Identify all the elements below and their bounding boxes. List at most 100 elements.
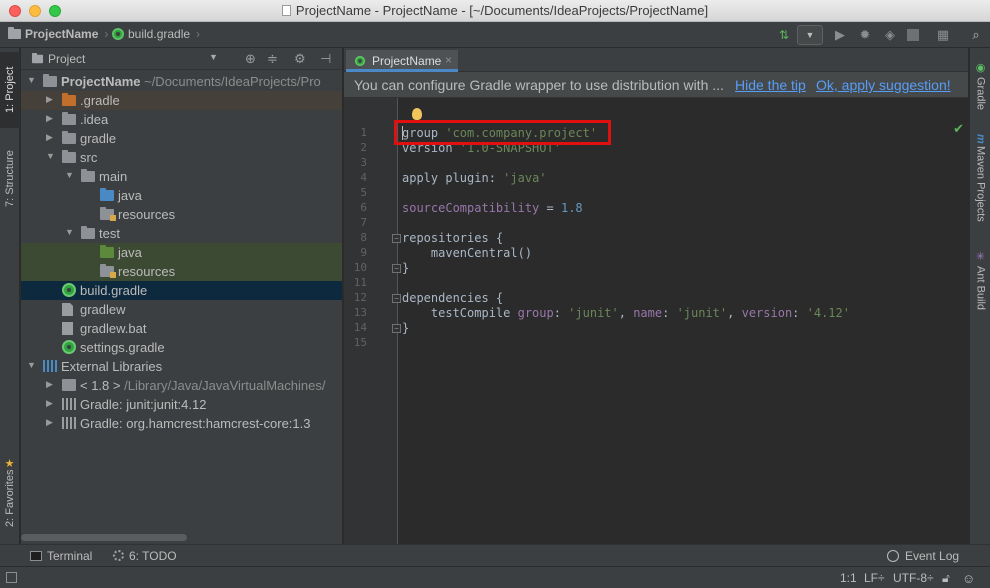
- search-icon[interactable]: ⌕: [968, 27, 984, 43]
- locate-icon[interactable]: ⊕: [245, 51, 256, 67]
- tree-node[interactable]: ▼ test: [21, 224, 342, 243]
- tool-windows-toggle-icon[interactable]: [6, 572, 17, 583]
- fold-marker-icon[interactable]: −: [392, 324, 401, 333]
- chevron-down-icon[interactable]: ▼: [209, 52, 218, 62]
- tree-node-label: gradlew.bat: [80, 321, 147, 336]
- tab-gradle[interactable]: ◉ Gradle: [970, 56, 990, 116]
- inspector-icon[interactable]: ☺: [962, 571, 975, 586]
- breadcrumb-separator-icon: ›: [196, 27, 201, 41]
- code-token: testCompile: [402, 306, 518, 320]
- tab-maven[interactable]: m Maven Projects: [970, 128, 990, 228]
- line-number: 9: [360, 246, 367, 259]
- tree-node[interactable]: ▼ ProjectName ~/Documents/IdeaProjects/Pr…: [21, 72, 342, 91]
- terminal-tool-button[interactable]: Terminal: [30, 549, 92, 563]
- chevron-down-icon[interactable]: ▼: [27, 360, 37, 370]
- collapse-all-icon[interactable]: ≑: [267, 51, 278, 67]
- chevron-down-icon[interactable]: ▼: [27, 75, 37, 85]
- line-number: 4: [360, 171, 367, 184]
- chevron-right-icon[interactable]: ▶: [46, 94, 56, 105]
- tab-project[interactable]: 1: Project: [0, 52, 20, 128]
- horizontal-scrollbar[interactable]: [21, 534, 187, 541]
- tree-node[interactable]: ▶ .idea: [21, 110, 342, 129]
- line-number: 8: [360, 231, 367, 244]
- code-line: apply plugin: 'java': [402, 171, 547, 186]
- fold-marker-icon[interactable]: −: [392, 294, 401, 303]
- line-separator[interactable]: LF÷: [864, 571, 885, 585]
- todo-tool-button[interactable]: 6: TODO: [113, 549, 177, 563]
- jdk-icon: [62, 379, 76, 391]
- file-encoding[interactable]: UTF-8÷: [893, 571, 934, 585]
- tree-node[interactable]: gradlew: [21, 300, 342, 319]
- coverage-icon[interactable]: ◈: [882, 27, 898, 43]
- chevron-right-icon[interactable]: ▶: [46, 132, 56, 143]
- run-config-dropdown[interactable]: ▼: [797, 25, 823, 45]
- lock-icon[interactable]: 🔓︎: [942, 571, 950, 586]
- line-number: 14: [353, 321, 367, 334]
- breadcrumb-file[interactable]: build.gradle ›: [112, 27, 200, 41]
- tree-node-name: < 1.8 >: [80, 378, 121, 393]
- stop-square-icon[interactable]: [907, 29, 919, 41]
- code-token: sourceCompatibility: [402, 201, 540, 215]
- chevron-down-icon[interactable]: ▼: [46, 151, 56, 161]
- gear-icon[interactable]: ⚙: [294, 51, 306, 67]
- update-icon[interactable]: ⇅: [776, 27, 792, 43]
- event-log-button[interactable]: Event Log: [887, 549, 959, 563]
- tree-node[interactable]: ▶ Gradle: org.hamcrest:hamcrest-core:1.3: [21, 414, 342, 433]
- hide-tip-link[interactable]: Hide the tip: [735, 77, 806, 93]
- chevron-down-icon[interactable]: ▼: [65, 227, 75, 237]
- chevron-right-icon[interactable]: ▶: [46, 113, 56, 124]
- lightbulb-icon[interactable]: [412, 108, 422, 120]
- line-number: 3: [360, 156, 367, 169]
- tree-node[interactable]: settings.gradle: [21, 338, 342, 357]
- project-structure-icon[interactable]: ▦: [935, 27, 951, 43]
- chevron-down-icon[interactable]: ▼: [65, 170, 75, 180]
- code-area[interactable]: group 'com.company.project' version '1.0-…: [402, 98, 962, 544]
- tree-node[interactable]: java: [21, 243, 342, 262]
- breadcrumb-project[interactable]: ProjectName ›: [8, 27, 108, 41]
- tree-node-label: .idea: [80, 112, 108, 127]
- line-number: 11: [353, 276, 367, 289]
- tree-node[interactable]: gradlew.bat: [21, 319, 342, 338]
- tab-project-label: 1: Project: [4, 66, 16, 114]
- gradle-icon: ◉: [974, 61, 986, 75]
- tree-node-label: test: [99, 226, 120, 241]
- debug-icon[interactable]: ✹: [857, 27, 873, 43]
- chevron-right-icon[interactable]: ▶: [46, 398, 56, 409]
- status-bar: 1:1 LF÷ UTF-8÷ 🔓︎ ☺: [0, 566, 990, 588]
- tree-node[interactable]: resources: [21, 262, 342, 281]
- folder-icon: [31, 53, 44, 64]
- highlight-box: [394, 120, 611, 145]
- line-number: 13: [353, 306, 367, 319]
- project-view-selector[interactable]: Project: [31, 52, 85, 66]
- caret-position[interactable]: 1:1: [840, 571, 857, 585]
- run-icon[interactable]: ▶: [832, 27, 848, 43]
- tree-node[interactable]: ▼ External Libraries: [21, 357, 342, 376]
- tree-node[interactable]: ▼ src: [21, 148, 342, 167]
- chevron-right-icon[interactable]: ▶: [46, 417, 56, 428]
- tree-node[interactable]: ▶ < 1.8 > /Library/Java/JavaVirtualMachin…: [21, 376, 342, 395]
- project-view-label: Project: [48, 52, 86, 66]
- test-folder-icon: [100, 245, 114, 258]
- fold-marker-icon[interactable]: −: [392, 264, 401, 273]
- tree-node[interactable]: java: [21, 186, 342, 205]
- project-tool-window: Project ▼ ⊕ ≑ ⚙ ⊣ ▼ ProjectName ~/Documen…: [21, 48, 343, 544]
- tree-node[interactable]: ▶ Gradle: junit:junit:4.12: [21, 395, 342, 414]
- hide-panel-icon[interactable]: ⊣: [320, 51, 331, 67]
- apply-suggestion-link[interactable]: Ok, apply suggestion!: [816, 77, 951, 93]
- code-token: repositories {: [402, 231, 504, 245]
- tab-favorites[interactable]: 2: Favorites ★: [0, 448, 20, 536]
- tree-node[interactable]: ▶ gradle: [21, 129, 342, 148]
- tree-node[interactable]: resources: [21, 205, 342, 224]
- window-title-bar: ProjectName - ProjectName - [~/Documents…: [0, 0, 990, 22]
- tree-node-name: gradlew.bat: [80, 321, 147, 336]
- tree-node[interactable]: build.gradle: [21, 281, 342, 300]
- close-icon[interactable]: ×: [445, 53, 452, 67]
- tab-ant[interactable]: ✳ Ant Build: [970, 244, 990, 316]
- code-token: mavenCentral(): [402, 246, 533, 260]
- chevron-right-icon[interactable]: ▶: [46, 379, 56, 390]
- tree-node[interactable]: ▼ main: [21, 167, 342, 186]
- tab-structure[interactable]: 7: Structure: [0, 136, 20, 222]
- tree-node[interactable]: ▶ .gradle: [21, 91, 342, 110]
- tab-build-gradle[interactable]: ProjectName ×: [346, 50, 458, 72]
- fold-marker-icon[interactable]: −: [392, 234, 401, 243]
